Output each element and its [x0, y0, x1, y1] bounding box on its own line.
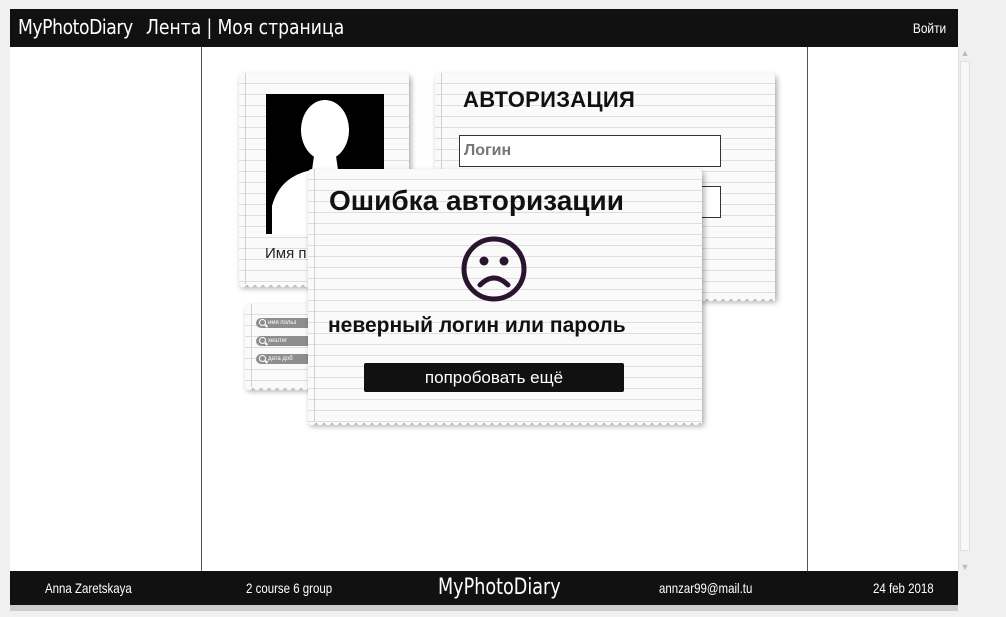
vertical-scrollbar[interactable]: ▲ ▼: [958, 47, 971, 573]
app-window: MyPhotoDiary Лента | Моя страница Войти Им…: [10, 9, 958, 605]
footer-group: 2 course 6 group: [246, 580, 333, 596]
main-nav: Лента | Моя страница: [146, 15, 344, 39]
footer: Anna Zaretskaya 2 course 6 group MyPhoto…: [10, 571, 958, 605]
right-column-divider: [807, 47, 808, 571]
left-column-divider: [201, 47, 202, 571]
footer-brand: MyPhotoDiary: [438, 575, 561, 600]
nav-link-my-page[interactable]: Моя страница: [217, 15, 344, 39]
error-title: Ошибка авторизации: [329, 185, 624, 216]
site-brand[interactable]: MyPhotoDiary: [18, 15, 133, 39]
scroll-down-arrow-icon[interactable]: ▼: [959, 561, 971, 573]
top-navbar: MyPhotoDiary Лента | Моя страница Войти: [10, 9, 958, 47]
search-chip-label: дата доб: [268, 356, 293, 362]
login-input[interactable]: [459, 135, 721, 167]
auth-title: АВТОРИЗАЦИЯ: [463, 87, 636, 112]
search-icon: [259, 319, 266, 326]
horizontal-scrollbar[interactable]: [10, 605, 958, 611]
footer-author: Anna Zaretskaya: [45, 580, 132, 596]
search-icon: [259, 337, 266, 344]
search-chip-label: имя польз: [268, 320, 297, 326]
scroll-thumb[interactable]: [960, 61, 970, 551]
footer-date: 24 feb 2018: [873, 580, 934, 596]
login-link[interactable]: Войти: [913, 20, 946, 36]
error-dialog: Ошибка авторизации неверный логин или па…: [308, 169, 702, 428]
nav-link-feed[interactable]: Лента: [146, 15, 201, 39]
nav-separator: |: [206, 15, 213, 39]
footer-email[interactable]: annzar99@mail.tu: [659, 580, 752, 596]
search-chip-label: хештег: [268, 338, 288, 344]
sad-face-icon: [458, 233, 530, 310]
search-icon: [259, 355, 266, 362]
retry-button[interactable]: попробовать ещё: [364, 363, 624, 392]
error-message: неверный логин или пароль: [328, 314, 626, 337]
scroll-up-arrow-icon[interactable]: ▲: [959, 47, 971, 59]
user-name-label: Имя п: [265, 245, 307, 262]
